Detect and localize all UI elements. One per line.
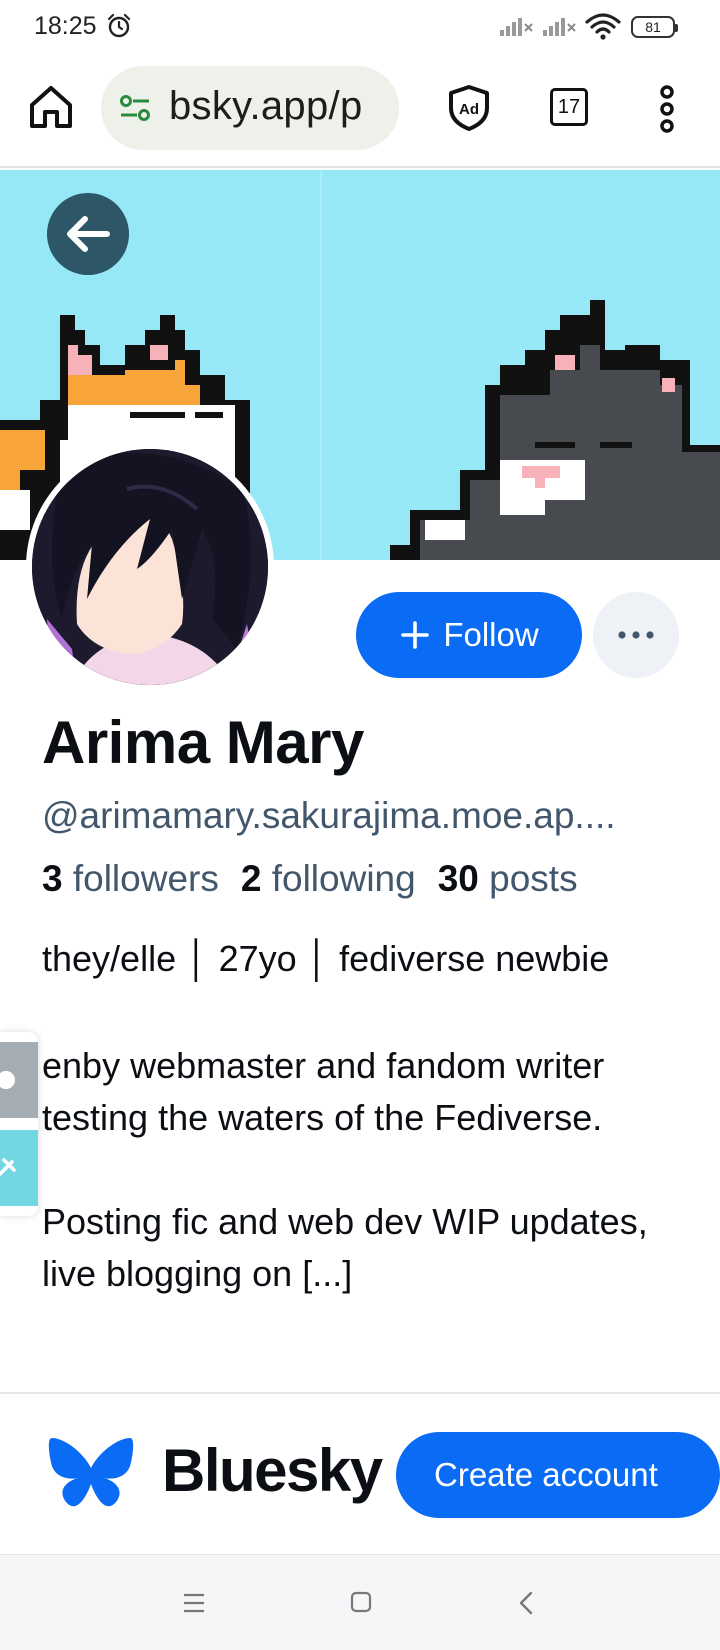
- more-vert-icon[interactable]: [655, 84, 679, 134]
- square-icon[interactable]: [350, 1591, 372, 1613]
- follow-label: Follow: [443, 616, 539, 653]
- tab-switcher-button[interactable]: 17: [550, 88, 588, 126]
- display-name: Arima Mary: [42, 709, 364, 776]
- bio-paragraph: enby webmaster and fandom writer testing…: [42, 1045, 605, 1138]
- side-tab-dot[interactable]: [0, 1042, 38, 1118]
- battery-indicator: 81: [631, 16, 678, 38]
- profile-bio: enby webmaster and fandom writer testing…: [42, 1040, 672, 1352]
- svg-text:Ad: Ad: [459, 101, 479, 118]
- follow-button[interactable]: Follow: [356, 592, 582, 678]
- profile-handle: @arimamary.sakurajima.moe.ap....: [42, 795, 616, 836]
- signal-icon: [543, 18, 576, 36]
- signup-footer: Bluesky Create account: [0, 1392, 720, 1554]
- side-tab-pin[interactable]: [0, 1130, 38, 1206]
- system-navigation-bar: [0, 1554, 720, 1650]
- ellipsis-icon: [618, 631, 654, 639]
- posts-stat: 30 posts: [438, 858, 578, 899]
- menu-lines-icon[interactable]: [183, 1593, 205, 1613]
- plus-icon: [401, 621, 430, 649]
- followers-link[interactable]: 3 followers: [42, 858, 219, 899]
- avatar-image: [32, 449, 268, 685]
- alarm-icon: [107, 13, 131, 38]
- posts-count: 30: [437, 858, 479, 899]
- bio-paragraph: Posting fic and web dev WIP updates, liv…: [42, 1201, 648, 1294]
- status-bar: 18:25 81: [0, 0, 720, 52]
- create-account-button[interactable]: Create account: [396, 1432, 720, 1518]
- butterfly-icon: [48, 1438, 134, 1507]
- signal-icon: [500, 18, 533, 36]
- following-count: 2: [240, 858, 262, 899]
- following-label: following: [271, 858, 416, 899]
- avatar[interactable]: [26, 443, 274, 691]
- address-bar[interactable]: bsky.app/p: [101, 66, 399, 150]
- browser-toolbar: bsky.app/p Ad 17: [0, 52, 720, 168]
- profile-stats: 3 followers 2 following 30 posts: [42, 858, 578, 900]
- url-text[interactable]: bsky.app/p: [169, 84, 363, 129]
- tune-icon[interactable]: [119, 94, 151, 122]
- posts-label: posts: [489, 858, 578, 899]
- more-options-button[interactable]: [593, 592, 679, 678]
- followers-label: followers: [72, 858, 219, 899]
- home-icon[interactable]: [26, 82, 76, 132]
- followers-count: 3: [42, 858, 63, 899]
- status-time: 18:25: [34, 12, 97, 40]
- profile-pronouns: they/elle │ 27yo │ fediverse newbie: [42, 938, 610, 979]
- wifi-icon: [585, 13, 621, 40]
- following-link[interactable]: 2 following: [241, 858, 416, 899]
- adblock-icon[interactable]: Ad: [447, 84, 491, 132]
- floating-side-panel[interactable]: [0, 1032, 38, 1216]
- bluesky-wordmark: Bluesky: [162, 1437, 383, 1504]
- chevron-left-icon[interactable]: [518, 1591, 534, 1615]
- back-arrow-icon[interactable]: [47, 193, 129, 275]
